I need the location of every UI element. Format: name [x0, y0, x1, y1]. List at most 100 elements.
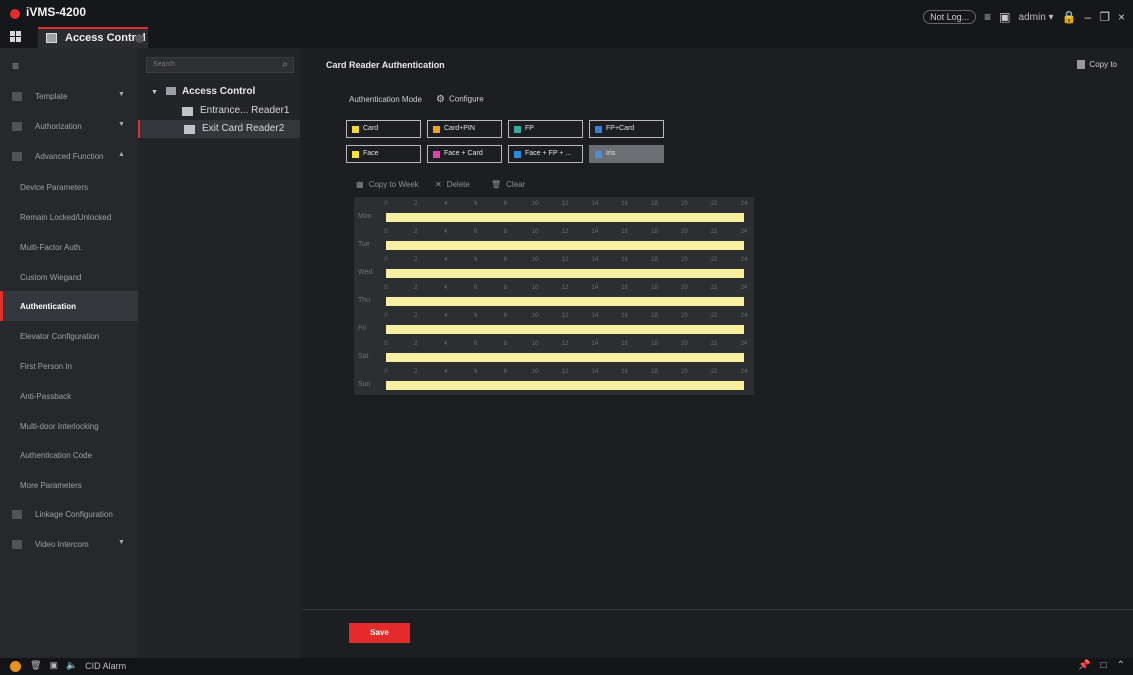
speaker-icon[interactable]: 🔈 [66, 660, 77, 671]
schedule-row-tue[interactable]: Tue 0 2 4 6 8 10 12 14 16 18 20 22 24 [354, 227, 754, 255]
day-label: Tue [358, 241, 370, 248]
user-menu[interactable]: admin ▾ [1019, 12, 1054, 23]
sidebar-item-multi-door-interlocking[interactable]: Multi-door Interlocking [0, 411, 138, 441]
tree-root-access-control[interactable]: ▼ Access Control [151, 86, 255, 97]
day-label: Sat [358, 353, 369, 360]
sidebar-item-multi-factor-auth[interactable]: Multi-Factor Auth. [0, 232, 138, 262]
tab-access-control[interactable]: Access Control [38, 27, 148, 48]
sidebar-item-linkage-configuration[interactable]: Linkage Configuration [0, 500, 138, 530]
lock-icon[interactable]: 🔒 [1062, 10, 1077, 24]
sidebar-item-template[interactable]: Template ▼ [0, 82, 138, 112]
sidebar-item-elevator-configuration[interactable]: Elevator Configuration [0, 321, 138, 351]
configure-button[interactable]: ⚙ Configure [436, 94, 484, 105]
sidebar-item-label: Template [35, 92, 68, 101]
time-segment[interactable] [386, 353, 744, 362]
search-icon[interactable]: ⌕ [282, 59, 288, 70]
timeline-track[interactable] [386, 381, 744, 390]
pin-icon[interactable]: 📌 [1078, 660, 1090, 671]
timeline-track[interactable] [386, 325, 744, 334]
timeline-track[interactable] [386, 213, 744, 222]
hour-tick-label: 14 [591, 369, 599, 375]
sidebar-item-device-parameters[interactable]: Device Parameters [0, 172, 138, 202]
schedule-row-wed[interactable]: Wed 0 2 4 6 8 10 12 14 16 18 20 22 24 [354, 255, 754, 283]
tab-close-icon[interactable] [135, 34, 144, 43]
access-control-icon [46, 33, 57, 43]
sidebar-item-label: Linkage Configuration [35, 510, 113, 519]
menu-toggle-icon[interactable]: ≡ [12, 59, 19, 73]
restore-button[interactable]: ❐ [1099, 10, 1110, 24]
timeline-track[interactable] [386, 297, 744, 306]
hour-tick-label: 6 [473, 369, 478, 375]
schedule-row-mon[interactable]: Mon 0 2 4 6 8 10 12 14 16 18 20 22 24 [354, 199, 754, 227]
tab-label: Access Control [65, 32, 146, 44]
login-status-button[interactable]: Not Log... [923, 10, 977, 24]
timeline-track[interactable] [386, 269, 744, 278]
status-tools: 🗑 ▣ 🔈 CID Alarm [30, 660, 126, 671]
time-segment[interactable] [386, 241, 744, 250]
hour-tick-label: 6 [473, 313, 478, 319]
schedule-row-sat[interactable]: Sat 0 2 4 6 8 10 12 14 16 18 20 22 24 [354, 339, 754, 367]
time-segment[interactable] [386, 325, 744, 334]
close-button[interactable]: × [1118, 10, 1125, 24]
time-segment[interactable] [386, 297, 744, 306]
sidebar-item-remain-locked-unlocked[interactable]: Remain Locked/Unlocked [0, 202, 138, 232]
mode-face-button[interactable]: Face [346, 145, 421, 163]
mode-fp-button[interactable]: FP [508, 120, 583, 138]
time-segment[interactable] [386, 381, 744, 390]
sidebar-item-first-person-in[interactable]: First Person In [0, 351, 138, 381]
sidebar-item-authorization[interactable]: Authorization ▼ [0, 112, 138, 142]
hour-tick-label: 0 [384, 313, 388, 319]
schedule-row-sun[interactable]: Sun 0 2 4 6 8 10 12 14 16 18 20 22 24 [354, 367, 754, 395]
timeline-track[interactable] [386, 353, 744, 362]
hour-tick-label: 10 [531, 257, 539, 263]
hour-ticks: 0 2 4 6 8 10 12 14 16 18 20 22 24 [384, 201, 747, 211]
time-segment[interactable] [386, 269, 744, 278]
sidebar-item-advanced-function[interactable]: Advanced Function ▲ [0, 142, 138, 172]
hour-tick-label: 0 [384, 285, 388, 291]
trash-icon[interactable]: 🗑 [30, 660, 41, 671]
window-icon[interactable]: □ [1101, 660, 1107, 671]
sidebar-item-anti-passback[interactable]: Anti-Passback [0, 381, 138, 411]
list-icon[interactable]: ≡ [984, 10, 991, 24]
mode-card-pin-button[interactable]: Card+PIN [427, 120, 502, 138]
screen-icon[interactable]: ▣ [49, 660, 58, 671]
cid-alarm-label[interactable]: CID Alarm [85, 661, 126, 671]
mode-iris-button[interactable]: Iris [589, 145, 664, 163]
weekly-schedule[interactable]: Mon 0 2 4 6 8 10 12 14 16 18 20 22 24 Tue 0 2 4 6 8 10 12 14 16… [354, 197, 754, 395]
mode-face-card-button[interactable]: Face + Card [427, 145, 502, 163]
divider [302, 609, 1133, 610]
module-grid-icon[interactable] [10, 31, 21, 42]
mode-card-button[interactable]: Card [346, 120, 421, 138]
mode-fp-card-button[interactable]: FP+Card [589, 120, 664, 138]
copy-to-week-button[interactable]: ▦ Copy to Week [356, 180, 419, 189]
tree-node-entrance-reader[interactable]: Entrance... Reader1 [138, 102, 300, 120]
mode-face-fp-button[interactable]: Face + FP + ... [508, 145, 583, 163]
search-input[interactable]: Search ⌕ [146, 57, 294, 73]
delete-button[interactable]: ✕ Delete [435, 180, 470, 189]
hour-tick-label: 18 [651, 369, 658, 375]
clear-button[interactable]: 🗑 Clear [491, 180, 525, 189]
schedule-row-thu[interactable]: Thu 0 2 4 6 8 10 12 14 16 18 20 22 24 [354, 283, 754, 311]
sidebar-item-more-parameters[interactable]: More Parameters [0, 470, 138, 500]
alarm-warning-icon[interactable] [10, 661, 21, 672]
hour-tick-label: 22 [710, 201, 718, 207]
copy-to-button[interactable]: Copy to [1077, 60, 1117, 70]
hour-tick-label: 20 [680, 285, 688, 291]
sidebar-item-custom-wiegand[interactable]: Custom Wiegand [0, 262, 138, 292]
sidebar-item-authentication-code[interactable]: Authentication Code [0, 440, 138, 470]
hour-tick-label: 0 [384, 369, 388, 375]
tree-node-exit-card-reader[interactable]: Exit Card Reader2 [138, 120, 300, 138]
chevron-up-icon[interactable]: ⌃ [1117, 660, 1125, 671]
sidebar-item-video-intercom[interactable]: Video Intercom ▼ [0, 530, 138, 560]
app-title: iVMS-4200 [26, 5, 87, 19]
minimize-button[interactable]: – [1085, 10, 1092, 24]
hour-tick-label: 22 [710, 285, 718, 291]
window-icon[interactable]: ▣ [999, 10, 1010, 24]
expand-arrow-icon[interactable]: ▼ [151, 89, 158, 96]
timeline-track[interactable] [386, 241, 744, 250]
hour-tick-label: 6 [473, 229, 478, 235]
time-segment[interactable] [386, 213, 744, 222]
save-button[interactable]: Save [349, 623, 410, 643]
sidebar-item-authentication[interactable]: Authentication [0, 291, 138, 321]
schedule-row-fri[interactable]: Fri 0 2 4 6 8 10 12 14 16 18 20 22 24 [354, 311, 754, 339]
